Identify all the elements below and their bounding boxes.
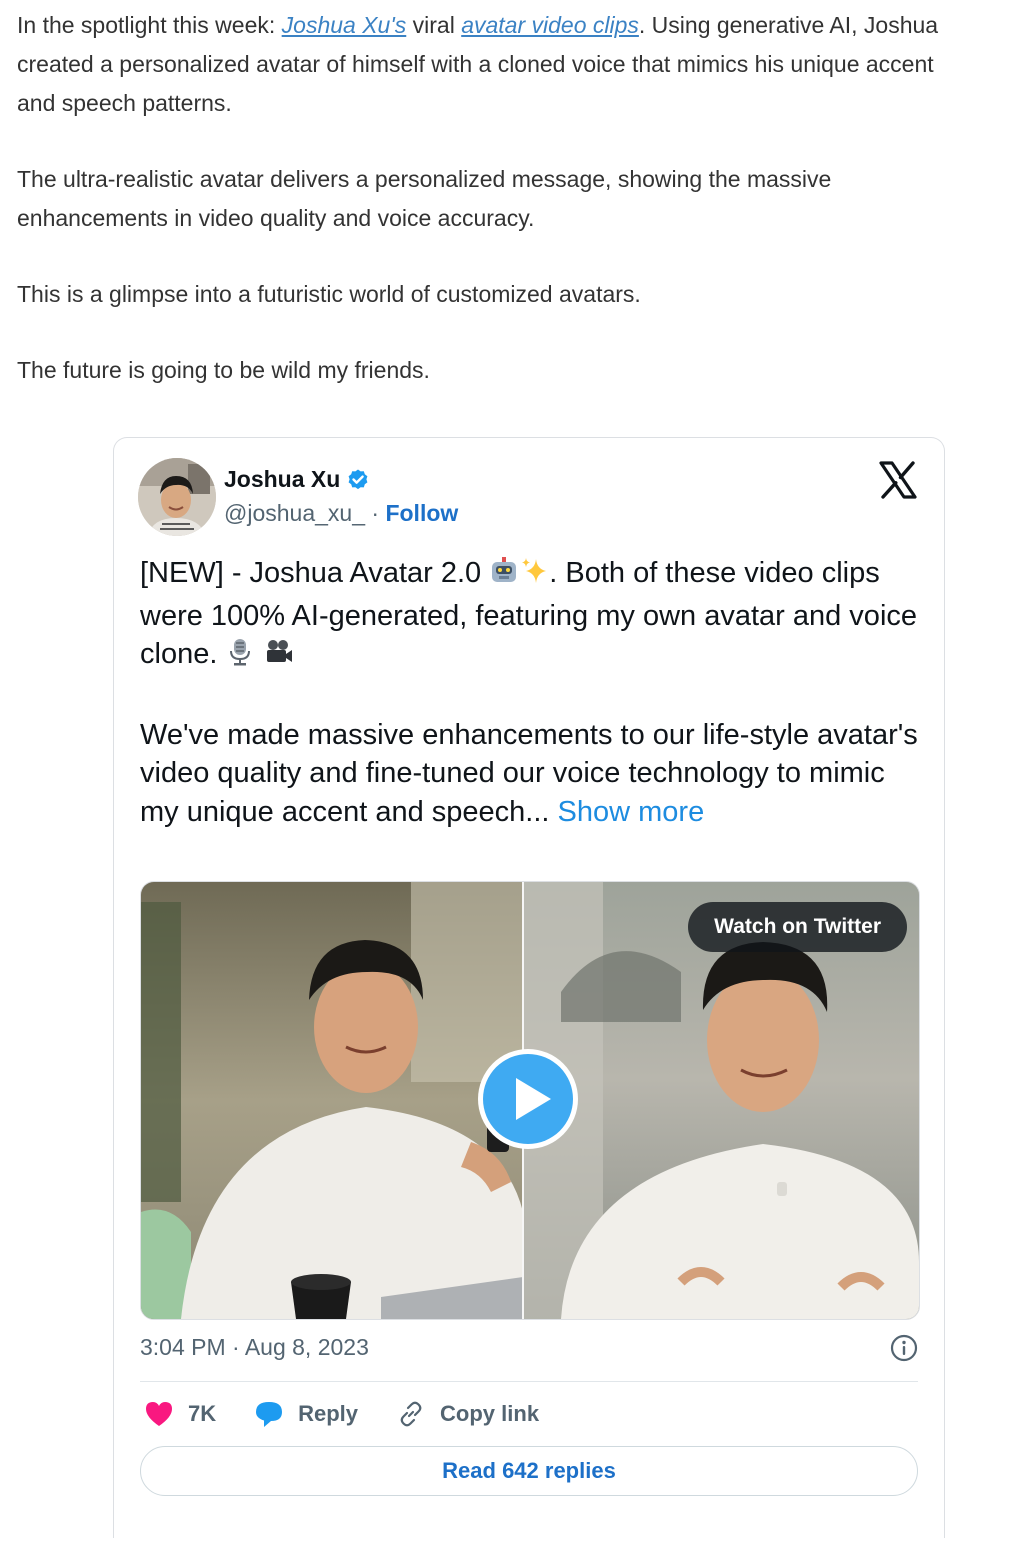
avatar[interactable] [138,458,216,536]
tweet-text: [NEW] - Joshua Avatar 2.0 . Both of thes… [140,554,920,869]
author-name[interactable]: Joshua Xu [224,466,370,493]
tweet-paragraph-2: We've made massive enhancements to our l… [140,718,918,828]
tweet-paragraph-1: [NEW] - Joshua Avatar 2.0 . Both of thes… [140,554,920,678]
article-paragraph-2: The ultra-realistic avatar delivers a pe… [17,166,832,231]
movie-camera-emoji [264,637,294,678]
like-count: 7K [188,1401,217,1426]
tweet-timestamp[interactable]: 3:04 PM · Aug 8, 2023 [140,1334,369,1360]
article-body: In the spotlight this week: Joshua Xu's … [17,6,977,427]
joshua-xu-link[interactable]: Joshua Xu's [282,12,407,38]
sparkles-emoji [519,556,549,597]
tweet-header: Joshua Xu @joshua_xu_ · Follow [138,458,918,538]
info-icon[interactable] [890,1334,918,1362]
robot-emoji [489,556,519,597]
tweet-video-thumbnail[interactable]: Watch on Twitter [140,881,920,1320]
reply-bubble-icon [254,1399,284,1429]
tweet-actions: 7K Reply Copy link [144,1396,922,1432]
microphone-emoji [225,637,255,678]
like-button[interactable]: 7K [144,1400,216,1428]
link-icon [396,1399,426,1429]
tweet-timestamp-row: 3:04 PM · Aug 8, 2023 [140,1334,918,1364]
article-paragraph-3: This is a glimpse into a futuristic worl… [17,281,641,307]
follow-button[interactable]: Follow [385,500,458,526]
show-more-link[interactable]: Show more [558,796,705,828]
copy-link-button[interactable]: Copy link [396,1399,539,1429]
watch-on-twitter-button[interactable]: Watch on Twitter [688,902,907,952]
reply-button[interactable]: Reply [254,1399,358,1429]
article-paragraph-1: In the spotlight this week: Joshua Xu's … [17,12,939,116]
avatar-video-clips-link[interactable]: avatar video clips [461,12,639,38]
read-replies-button[interactable]: Read 642 replies [140,1446,918,1496]
heart-icon [144,1400,174,1428]
x-logo-icon[interactable] [878,460,918,500]
handle-row: @joshua_xu_ · Follow [224,500,459,526]
author-handle[interactable]: @joshua_xu_ [224,500,365,526]
divider [140,1381,918,1382]
verified-badge-icon [346,468,370,492]
article-paragraph-4: The future is going to be wild my friend… [17,357,430,383]
play-icon[interactable] [475,1046,581,1152]
reply-label: Reply [298,1401,359,1426]
copy-link-label: Copy link [440,1401,540,1426]
embedded-tweet: Joshua Xu @joshua_xu_ · Follow [NEW] - J… [113,437,945,1538]
